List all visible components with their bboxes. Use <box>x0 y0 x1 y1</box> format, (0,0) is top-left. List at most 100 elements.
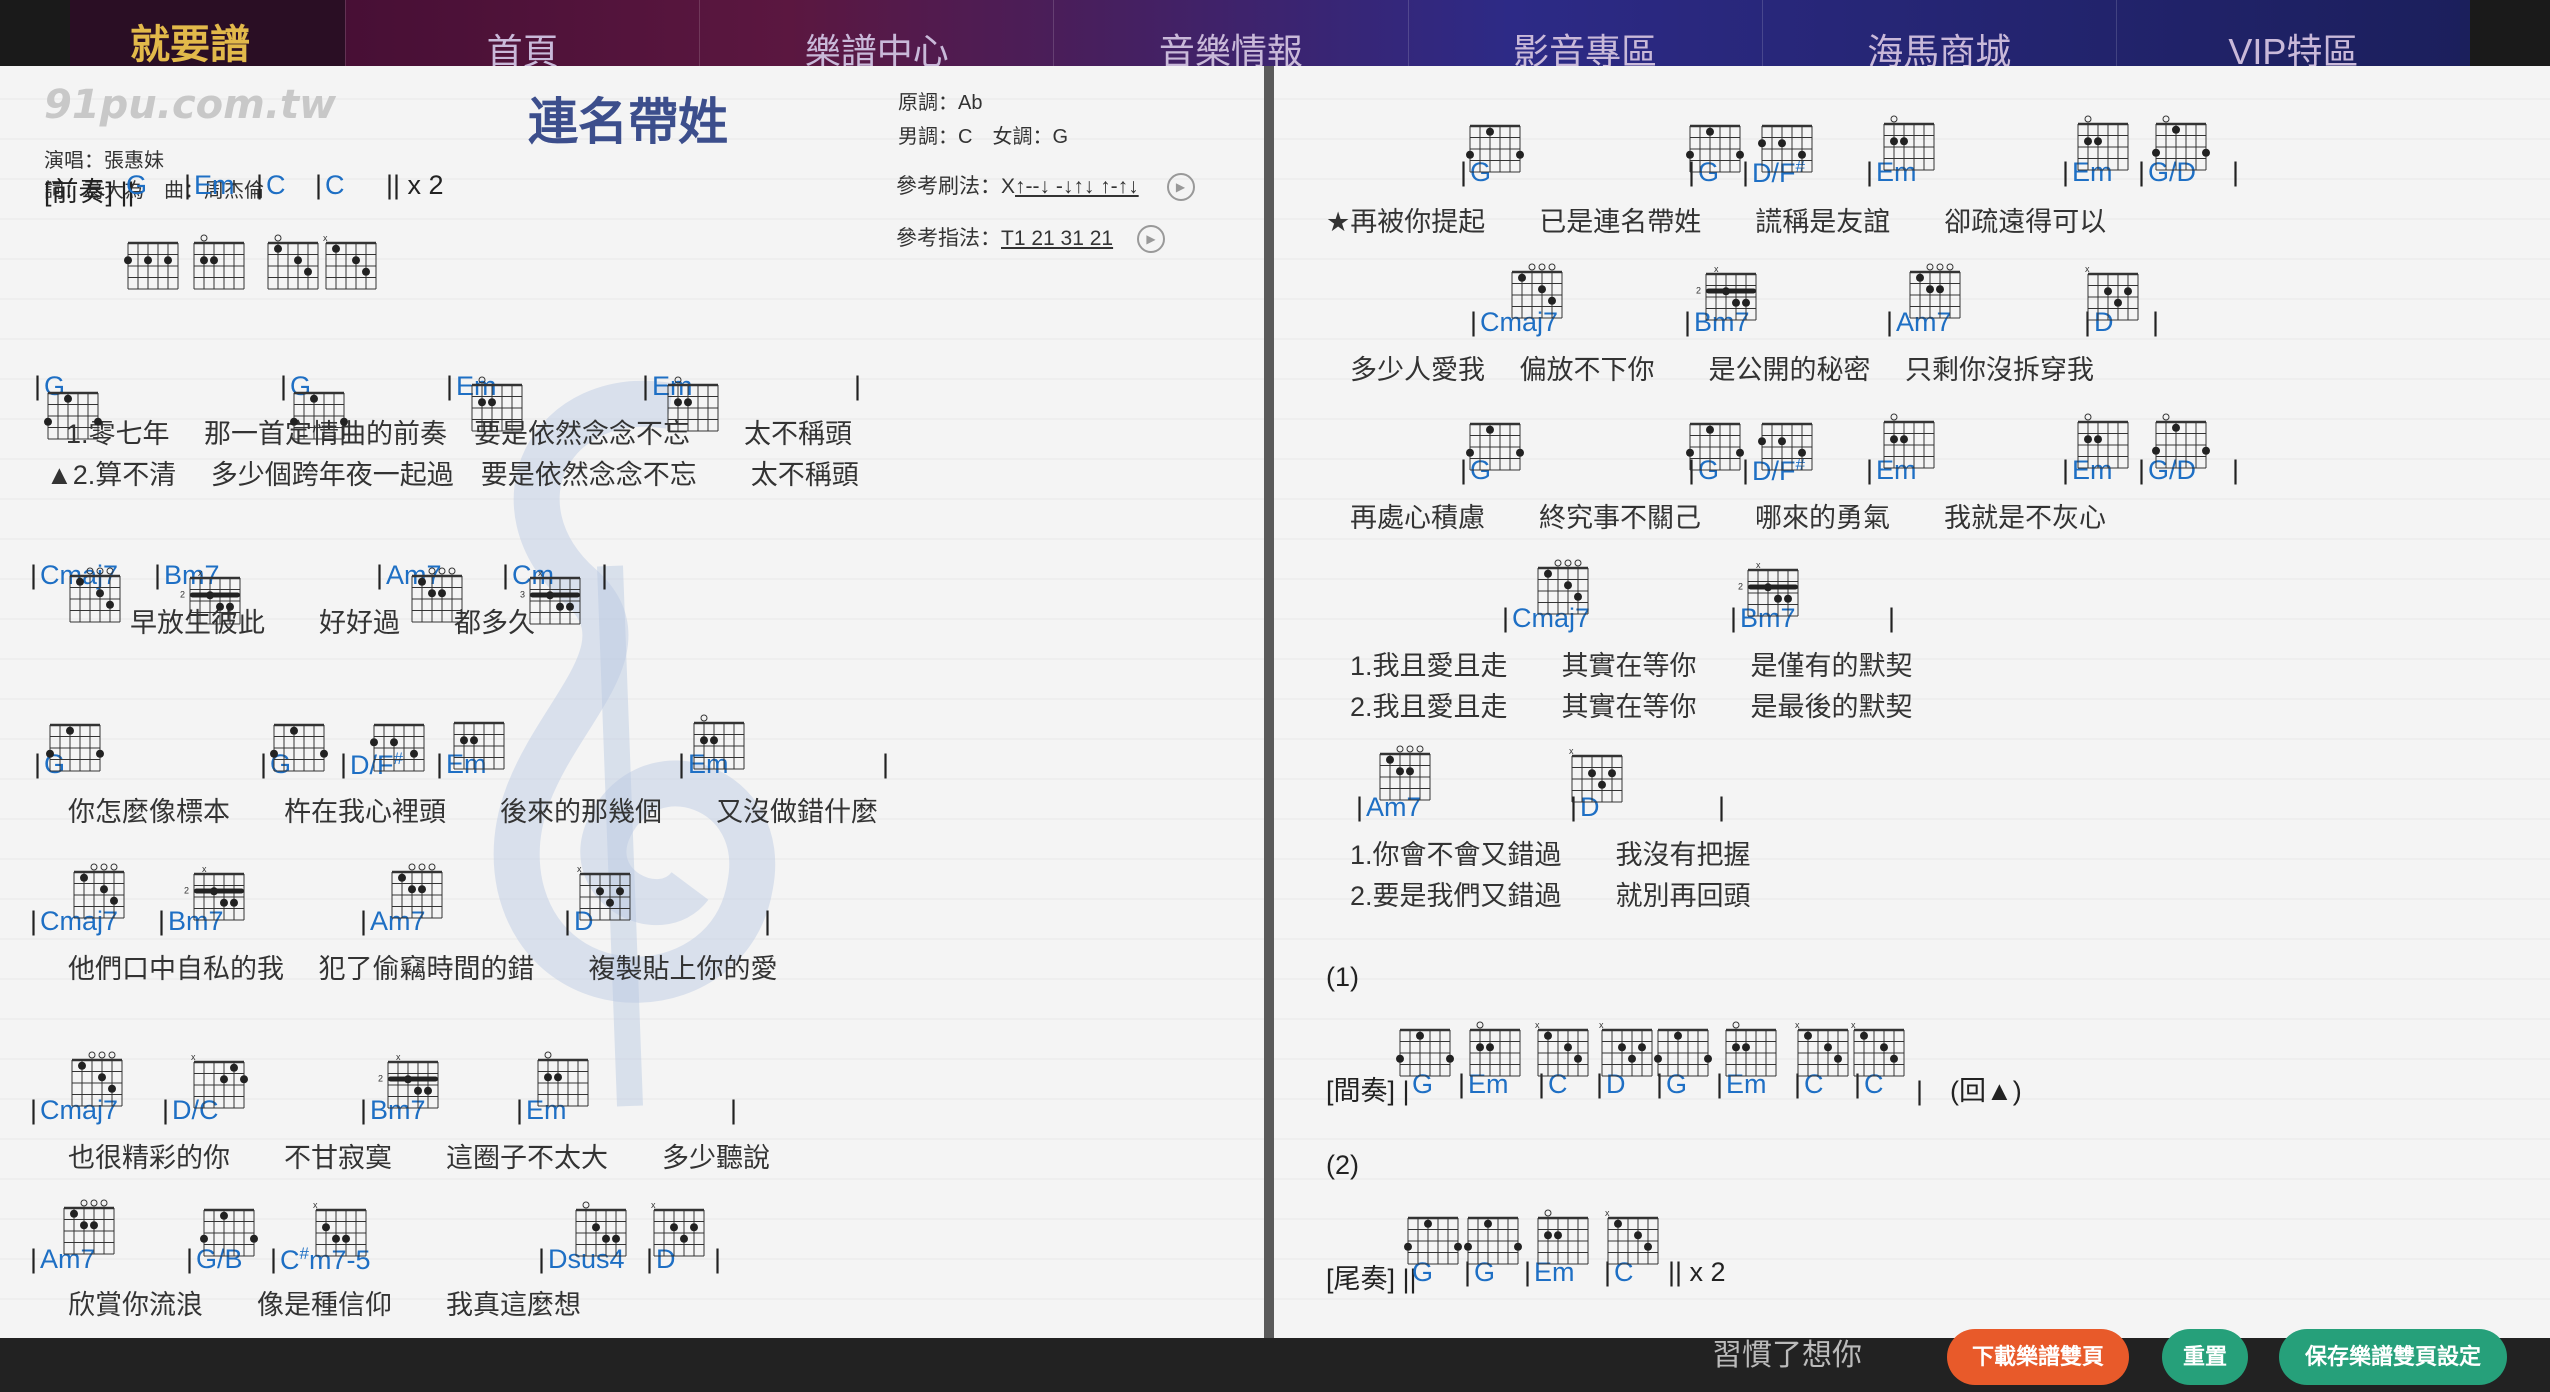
save-settings-button[interactable]: 保存樂譜雙頁設定 <box>2279 1329 2507 1385</box>
nav-item-scores[interactable]: 樂譜中心 <box>699 0 1053 70</box>
chord-diagram-icon <box>267 234 319 290</box>
svg-text:2: 2 <box>1696 286 1701 296</box>
bar-line-end: | <box>2152 307 2160 337</box>
bar-line: | <box>186 1244 194 1274</box>
chord-label[interactable]: G <box>126 170 147 201</box>
chord-diagram-icon <box>391 863 443 919</box>
chord-diagram-icon <box>1686 422 1744 471</box>
bar-line-end: | <box>730 1095 738 1125</box>
download-score-button[interactable]: 下載樂譜雙頁 <box>1947 1329 2129 1385</box>
section-suffix: || x 2 <box>386 170 444 200</box>
chord-label[interactable]: Em <box>194 170 235 201</box>
chord-diagram-icon <box>2077 413 2129 469</box>
bar-line: | <box>2138 455 2146 485</box>
bar-line: | <box>446 371 454 401</box>
section-label: (1) <box>1326 962 1359 992</box>
chord-diagram-icon <box>2152 115 2210 171</box>
site-logo: 就要譜 <box>70 0 345 70</box>
lyric-line: 1.你會不會又錯過 我沒有把握 <box>1350 840 1751 870</box>
chord-diagram-icon <box>193 234 245 290</box>
finger-label: 參考指法： <box>896 227 1001 250</box>
chord-diagram-icon <box>1396 1028 1454 1077</box>
chord-diagram-icon <box>270 723 328 772</box>
lyric-line: ★再被你提起 已是連名帶姓 謊稱是友誼 卻疏遠得可以 <box>1326 207 2107 237</box>
nav-item-home[interactable]: 首頁 <box>345 0 699 70</box>
score-page-left: 91pu.com.tw 連名帶姓 演唱：張惠妹 詞：葛大為 曲：周杰倫 原調：A… <box>0 66 1264 1338</box>
chord-label[interactable]: C <box>325 170 345 201</box>
svg-text:2: 2 <box>1738 582 1743 592</box>
play-strum-icon[interactable]: ▶ <box>1166 173 1195 202</box>
chord-diagram-icon: x <box>651 1200 705 1257</box>
chord-diagram-icon <box>1758 124 1813 173</box>
chord-diagram-icon <box>1654 1028 1712 1077</box>
bar-line: | <box>376 560 384 590</box>
section-label: (2) <box>1326 1150 1359 1180</box>
score-page-right: | G | G | D/F# | Em | Em | G/D | ★再被你提起 已是連名帶姓 謊稱是友誼 … <box>1274 66 2550 1338</box>
svg-text:x: x <box>1714 264 1719 274</box>
chord-diagram-icon: x <box>1605 1208 1659 1265</box>
svg-text:x: x <box>1599 1020 1604 1030</box>
chord-diagram-icon: x <box>1569 746 1623 803</box>
chord-diagram-icon <box>537 1051 589 1107</box>
bar-line: | <box>516 1095 524 1125</box>
chord-diagram-icon <box>471 376 523 432</box>
bar-line-end: | <box>854 371 862 401</box>
chord-diagram-icon <box>1466 124 1524 173</box>
chord-label[interactable]: C <box>266 170 286 201</box>
nav-item-vip[interactable]: VIP特區 <box>2115 0 2470 70</box>
reset-button[interactable]: 重置 <box>2162 1329 2248 1385</box>
section-prefix: [尾奏] || <box>1326 1264 1417 1294</box>
lyric-line: 也很精彩的你 不甘寂寞 這圈子不太大 多少聽說 <box>68 1143 770 1173</box>
page-divider[interactable] <box>1264 66 1274 1338</box>
bar-line-end: | <box>2232 455 2240 485</box>
chord-diagram-icon: x <box>1795 1020 1849 1077</box>
chord-diagram-icon: x <box>1599 1020 1653 1077</box>
chord-diagram-icon <box>200 1208 258 1257</box>
bar-line: | <box>1356 792 1364 822</box>
lyric-line: 你怎麼像標本 杵在我心裡頭 後來的那幾個 又沒做錯什麼 <box>68 797 878 827</box>
play-finger-icon[interactable]: ▶ <box>1136 225 1165 254</box>
bar-line: | <box>340 749 348 779</box>
bar-line: | <box>360 906 368 936</box>
bar-line: | <box>1524 1257 1532 1287</box>
bar-line: | <box>1730 603 1738 633</box>
song-title: 連名帶姓 <box>528 93 728 151</box>
svg-text:x: x <box>651 1200 656 1210</box>
bar-line: | <box>34 371 42 401</box>
chord-diagram-icon <box>73 863 125 919</box>
bar-line: | <box>564 906 572 936</box>
chord-diagram-icon: 2x <box>184 864 245 921</box>
background-nav: 就要譜 首頁 樂譜中心 音樂情報 影音專區 海馬商城 VIP特區 <box>70 0 2470 70</box>
chord-diagram-icon: x <box>1851 1020 1905 1077</box>
lyric-line: 他們口中自私的我 犯了偷竊時間的錯 複製貼上你的愛 <box>68 954 778 984</box>
nav-item-video[interactable]: 影音專區 <box>1407 0 1762 70</box>
chord-diagram-icon: x <box>577 864 631 921</box>
bar-line: | <box>256 170 264 200</box>
bar-line: | <box>2138 157 2146 187</box>
chord-diagram-icon: x <box>2085 264 2139 321</box>
svg-text:2: 2 <box>184 886 189 896</box>
bar-line-end: | <box>714 1244 722 1274</box>
chord-diagram-icon: 2x <box>1738 560 1799 617</box>
bar-line-end: | <box>1718 792 1726 822</box>
chord-diagram-icon: x <box>313 1200 367 1257</box>
bar-line: | <box>1886 307 1894 337</box>
svg-text:2: 2 <box>180 590 185 600</box>
bar-line: | <box>678 749 686 779</box>
chord-diagram-icon <box>1909 263 1961 319</box>
nav-item-news[interactable]: 音樂情報 <box>1053 0 1407 70</box>
svg-text:x: x <box>1535 1020 1540 1030</box>
svg-text:x: x <box>1795 1020 1800 1030</box>
nav-item-shop[interactable]: 海馬商城 <box>1761 0 2116 70</box>
bar-line: | <box>280 371 288 401</box>
chord-diagram-icon <box>63 1199 115 1255</box>
bar-line: | <box>154 560 162 590</box>
bar-line: | <box>30 1244 38 1274</box>
bar-line: | <box>158 906 166 936</box>
bar-line: | <box>2062 455 2070 485</box>
lyric-line: 欣賞你流浪 像是種信仰 我真這麼想 <box>68 1290 581 1320</box>
chord-diagram-icon <box>1686 124 1744 173</box>
bar-line: | <box>30 906 38 936</box>
site-watermark: 91pu.com.tw <box>44 82 337 128</box>
original-key: 原調：Ab <box>898 92 983 114</box>
